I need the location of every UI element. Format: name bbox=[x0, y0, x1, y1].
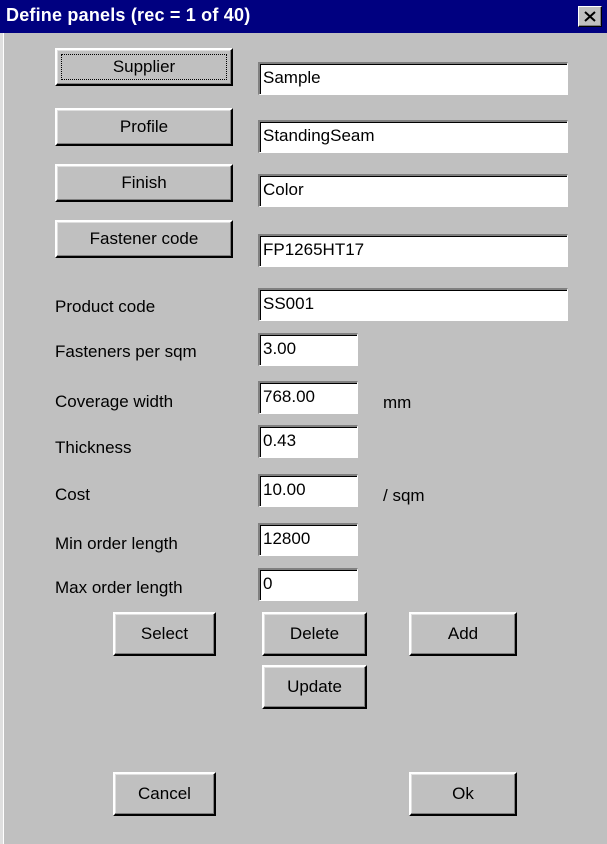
supplier-button[interactable]: Supplier bbox=[55, 48, 233, 86]
min-order-length-label: Min order length bbox=[55, 534, 178, 553]
ok-button-label: Ok bbox=[452, 784, 474, 803]
max-order-length-label: Max order length bbox=[55, 578, 183, 597]
cost-field[interactable]: 10.00 bbox=[258, 474, 358, 507]
coverage-width-unit: mm bbox=[383, 393, 412, 412]
window-title: Define panels (rec = 1 of 40) bbox=[6, 5, 251, 25]
min-order-length-field[interactable]: 12800 bbox=[258, 523, 358, 556]
select-button-label: Select bbox=[140, 624, 189, 643]
cancel-button[interactable]: Cancel bbox=[113, 772, 216, 816]
close-button[interactable] bbox=[578, 6, 602, 27]
delete-button-label: Delete bbox=[289, 624, 340, 643]
supplier-field[interactable]: Sample bbox=[258, 62, 568, 95]
finish-button-label: Finish bbox=[121, 173, 167, 192]
window-left-border bbox=[0, 0, 4, 844]
supplier-button-label: Supplier bbox=[112, 57, 176, 76]
cost-unit: / sqm bbox=[383, 486, 425, 505]
update-button-label: Update bbox=[287, 677, 342, 696]
cancel-button-label: Cancel bbox=[138, 784, 191, 803]
add-button-label: Add bbox=[447, 624, 479, 643]
fasteners-per-sqm-label: Fasteners per sqm bbox=[55, 342, 197, 361]
fastener-code-field[interactable]: FP1265HT17 bbox=[258, 234, 568, 267]
add-button[interactable]: Add bbox=[409, 612, 517, 656]
title-bar[interactable]: Define panels (rec = 1 of 40) bbox=[0, 0, 607, 33]
ok-button[interactable]: Ok bbox=[409, 772, 517, 816]
thickness-field[interactable]: 0.43 bbox=[258, 425, 358, 458]
select-button[interactable]: Select bbox=[113, 612, 216, 656]
coverage-width-field[interactable]: 768.00 bbox=[258, 381, 358, 414]
thickness-label: Thickness bbox=[55, 438, 132, 457]
profile-field[interactable]: StandingSeam bbox=[258, 120, 568, 153]
coverage-width-label: Coverage width bbox=[55, 392, 174, 411]
profile-button-label: Profile bbox=[119, 117, 169, 136]
finish-field[interactable]: Color bbox=[258, 174, 568, 207]
close-icon bbox=[584, 11, 596, 22]
fastener-code-button[interactable]: Fastener code bbox=[55, 220, 233, 258]
update-button[interactable]: Update bbox=[262, 665, 367, 709]
cost-label: Cost bbox=[55, 485, 90, 504]
fasteners-per-sqm-field[interactable]: 3.00 bbox=[258, 333, 358, 366]
delete-button[interactable]: Delete bbox=[262, 612, 367, 656]
product-code-field[interactable]: SS001 bbox=[258, 288, 568, 321]
finish-button[interactable]: Finish bbox=[55, 164, 233, 202]
profile-button[interactable]: Profile bbox=[55, 108, 233, 146]
product-code-label: Product code bbox=[55, 297, 156, 316]
max-order-length-field[interactable]: 0 bbox=[258, 568, 358, 601]
fastener-code-button-label: Fastener code bbox=[89, 229, 199, 248]
